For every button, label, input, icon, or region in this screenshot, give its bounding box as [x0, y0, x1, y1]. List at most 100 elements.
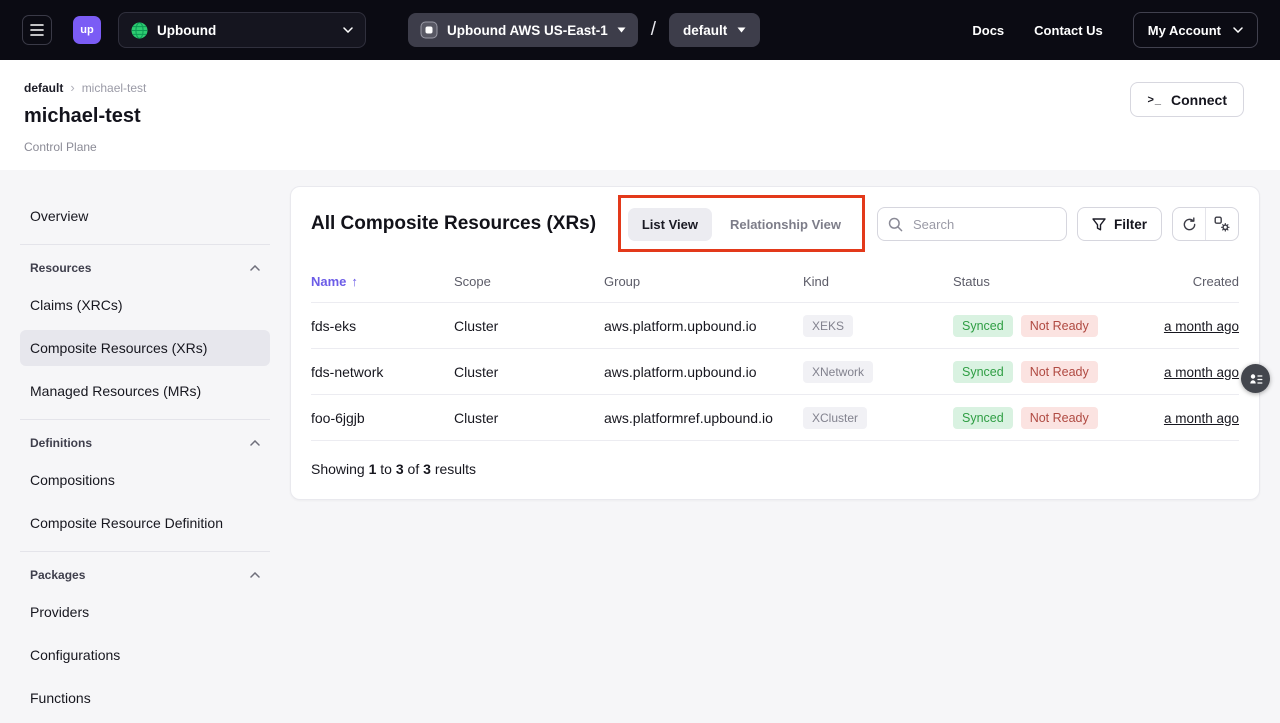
table-header-row: Name ↑ Scope Group Kind Status Created — [311, 261, 1239, 303]
sidebar-divider — [20, 244, 270, 245]
chevron-down-icon — [737, 27, 746, 33]
view-tabs: List View Relationship View — [628, 208, 855, 241]
created-link[interactable]: a month ago — [1164, 411, 1239, 426]
column-header-created: Created — [1158, 274, 1239, 289]
sidebar-section-resources[interactable]: Resources — [20, 259, 270, 287]
column-header-scope: Scope — [454, 274, 604, 289]
sidebar-item-managed-resources[interactable]: Managed Resources (MRs) — [20, 373, 270, 409]
navbar-right-group: Docs Contact Us My Account — [972, 12, 1258, 48]
connect-button[interactable]: >_ Connect — [1130, 82, 1244, 117]
resources-card: All Composite Resources (XRs) List View … — [290, 186, 1260, 500]
summary-text: of — [408, 461, 420, 477]
summary-total: 3 — [423, 461, 431, 477]
status-badge-not-ready: Not Ready — [1021, 361, 1098, 383]
org-dropdown-label: Upbound — [157, 23, 216, 38]
my-account-button[interactable]: My Account — [1133, 12, 1258, 48]
sidebar-section-packages[interactable]: Packages — [20, 566, 270, 594]
page-header: default › michael-test michael-test Cont… — [0, 60, 1280, 170]
sidebar-item-functions[interactable]: Functions — [20, 680, 270, 716]
cell-created: a month ago — [1158, 318, 1239, 334]
chevron-up-icon — [250, 572, 260, 578]
page-title: michael-test — [24, 105, 1256, 128]
breadcrumb-root[interactable]: default — [24, 81, 63, 95]
sidebar-item-configurations[interactable]: Configurations — [20, 637, 270, 673]
tab-relationship-view[interactable]: Relationship View — [716, 208, 855, 241]
docs-link[interactable]: Docs — [972, 23, 1004, 38]
column-header-name[interactable]: Name ↑ — [311, 274, 454, 289]
org-dropdown[interactable]: Upbound — [118, 12, 366, 48]
kind-badge: XEKS — [803, 315, 853, 337]
content-area: Overview Resources Claims (XRCs) Composi… — [0, 170, 1280, 723]
filter-icon — [1092, 218, 1106, 231]
page-subtitle: Control Plane — [24, 140, 1256, 154]
group-dropdown-label: default — [683, 23, 727, 38]
cell-status: Synced Not Ready — [953, 407, 1158, 429]
table-row[interactable]: foo-6jgjb Cluster aws.platformref.upboun… — [311, 395, 1239, 441]
chevron-up-icon — [250, 265, 260, 271]
person-lines-icon — [1249, 372, 1263, 386]
chevron-down-icon — [343, 27, 353, 33]
contact-us-link[interactable]: Contact Us — [1034, 23, 1103, 38]
breadcrumb-current: michael-test — [82, 81, 147, 95]
cell-group: aws.platformref.upbound.io — [604, 410, 803, 426]
filter-button[interactable]: Filter — [1077, 207, 1162, 241]
resources-table: Name ↑ Scope Group Kind Status Created f… — [291, 261, 1259, 441]
floating-widget-button[interactable] — [1241, 364, 1270, 393]
sidebar-item-compositions[interactable]: Compositions — [20, 462, 270, 498]
sidebar-item-claims[interactable]: Claims (XRCs) — [20, 287, 270, 323]
status-badge-not-ready: Not Ready — [1021, 407, 1098, 429]
created-link[interactable]: a month ago — [1164, 365, 1239, 380]
summary-to: 3 — [396, 461, 404, 477]
sidebar-section-definitions[interactable]: Definitions — [20, 434, 270, 462]
cell-scope: Cluster — [454, 318, 604, 334]
cell-kind: XNetwork — [803, 361, 953, 383]
sidebar-item-overview[interactable]: Overview — [20, 198, 270, 234]
cell-group: aws.platform.upbound.io — [604, 318, 803, 334]
table-row[interactable]: fds-network Cluster aws.platform.upbound… — [311, 349, 1239, 395]
upbound-logo[interactable]: up — [73, 16, 101, 44]
search-input[interactable] — [911, 216, 1056, 233]
search-box — [877, 207, 1067, 241]
hamburger-menu-button[interactable] — [22, 15, 52, 45]
group-dropdown[interactable]: default — [669, 13, 760, 47]
sidebar-divider — [20, 419, 270, 420]
my-account-label: My Account — [1148, 23, 1221, 38]
widgets-button[interactable] — [1206, 208, 1238, 240]
refresh-button[interactable] — [1173, 208, 1205, 240]
chevron-down-icon — [1233, 27, 1243, 33]
summary-text: Showing — [311, 461, 365, 477]
section-title: Packages — [30, 568, 85, 582]
cell-name: fds-eks — [311, 318, 454, 334]
summary-text: to — [380, 461, 392, 477]
sidebar-item-providers[interactable]: Providers — [20, 594, 270, 630]
connect-button-label: Connect — [1171, 92, 1227, 108]
terminal-icon: >_ — [1147, 94, 1162, 106]
sidebar: Overview Resources Claims (XRCs) Composi… — [20, 186, 270, 723]
sidebar-item-composite-resources[interactable]: Composite Resources (XRs) — [20, 330, 270, 366]
summary-text: results — [435, 461, 476, 477]
kind-badge: XCluster — [803, 407, 867, 429]
control-plane-dropdown-label: Upbound AWS US-East-1 — [447, 23, 608, 38]
column-header-name-label: Name — [311, 274, 346, 289]
cell-scope: Cluster — [454, 364, 604, 380]
chevron-down-icon — [617, 27, 626, 33]
control-plane-icon — [420, 21, 438, 39]
table-actions — [1172, 207, 1239, 241]
summary-from: 1 — [369, 461, 377, 477]
cell-name: fds-network — [311, 364, 454, 380]
sidebar-item-composite-resource-definition[interactable]: Composite Resource Definition — [20, 505, 270, 541]
cell-created: a month ago — [1158, 410, 1239, 426]
sort-asc-icon: ↑ — [351, 274, 358, 289]
card-header: All Composite Resources (XRs) List View … — [291, 187, 1259, 261]
path-separator: / — [651, 19, 656, 41]
hamburger-icon — [30, 24, 44, 36]
status-badge-not-ready: Not Ready — [1021, 315, 1098, 337]
tab-list-view[interactable]: List View — [628, 208, 712, 241]
refresh-icon — [1182, 217, 1197, 232]
cell-status: Synced Not Ready — [953, 361, 1158, 383]
table-row[interactable]: fds-eks Cluster aws.platform.upbound.io … — [311, 303, 1239, 349]
filter-button-label: Filter — [1114, 217, 1147, 232]
control-plane-dropdown[interactable]: Upbound AWS US-East-1 — [408, 13, 638, 47]
created-link[interactable]: a month ago — [1164, 319, 1239, 334]
cell-name: foo-6jgjb — [311, 410, 454, 426]
